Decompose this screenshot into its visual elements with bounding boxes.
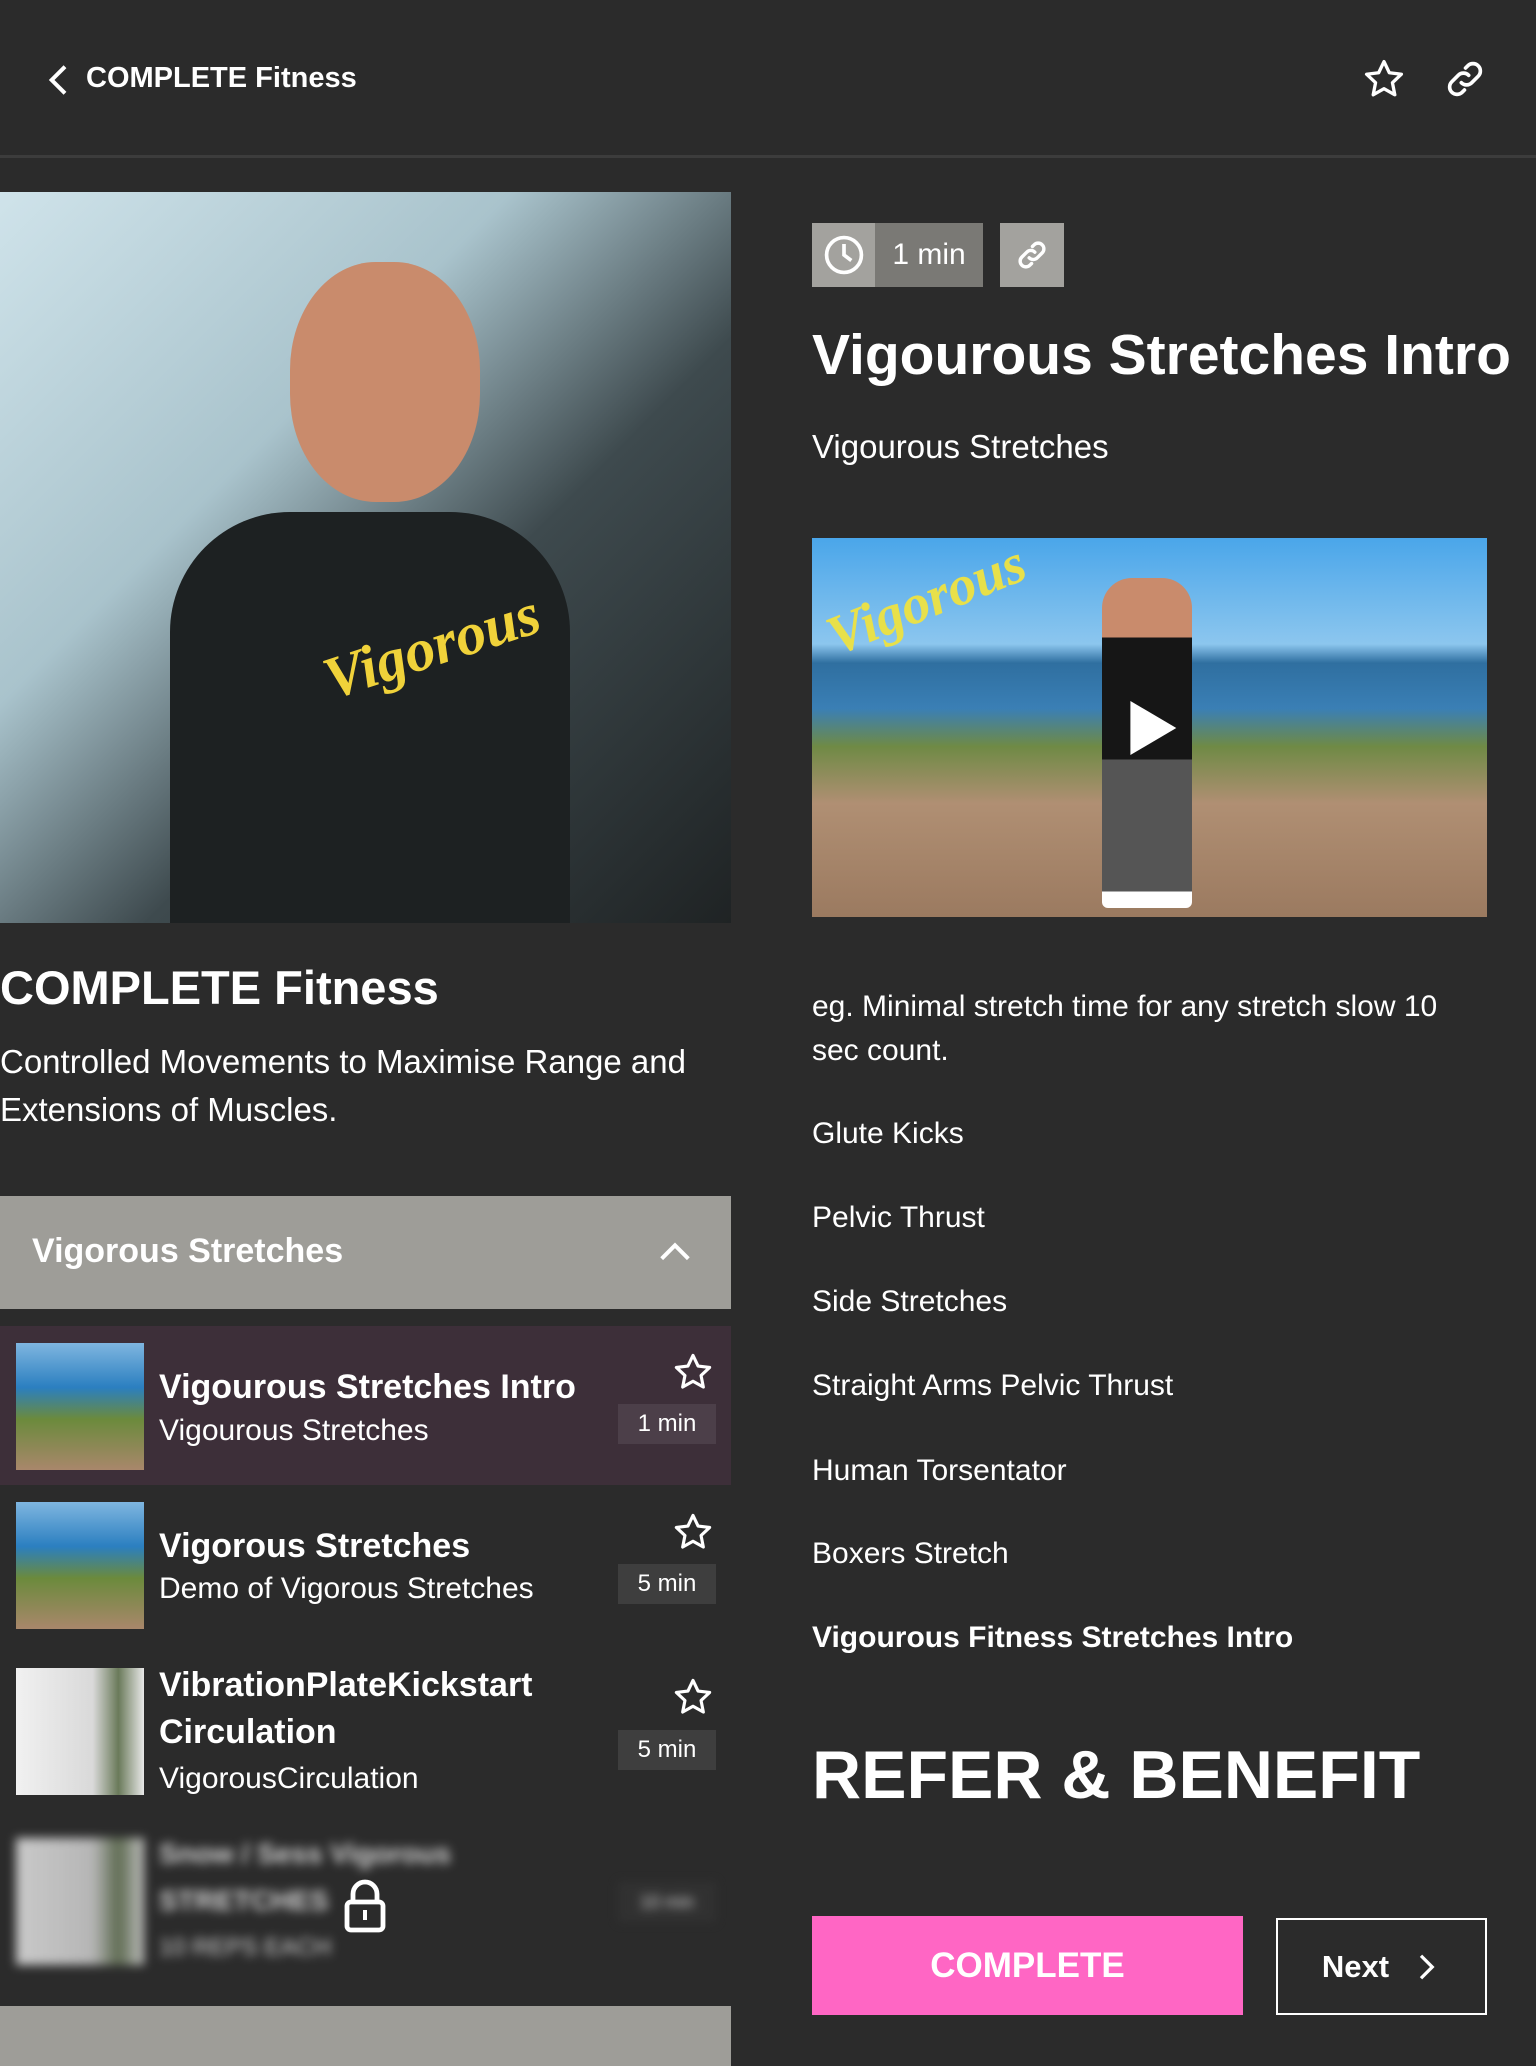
video-player[interactable]: Vigorous (812, 538, 1487, 917)
duration-badge: 5 min (618, 1730, 716, 1770)
promo-heading: REFER & BENEFIT (812, 1737, 1421, 1813)
exercise-item: Boxers Stretch (812, 1537, 1009, 1570)
top-bar: COMPLETE Fitness (0, 0, 1536, 158)
chevron-up-icon[interactable] (655, 1232, 695, 1272)
duration-badge: 10 min (618, 1882, 716, 1922)
lesson-subtitle: 10 REPS EACH (159, 1934, 332, 1961)
section-title: Vigorous Stretches (32, 1232, 344, 1270)
lesson-item[interactable]: Vigourous Stretches Intro Vigourous Stre… (0, 1326, 731, 1485)
lesson-title: Vigourous Stretches Intro (159, 1368, 576, 1406)
next-label: Next (1321, 1948, 1390, 1984)
complete-button[interactable]: COMPLETE (812, 1916, 1243, 2015)
duration-badge: 1 min (618, 1404, 716, 1444)
exercise-item: Pelvic Thrust (812, 1201, 985, 1234)
exercise-item: Side Stretches (812, 1285, 1008, 1318)
chevron-right-icon (1419, 1954, 1435, 1979)
star-outline-icon[interactable] (1362, 57, 1406, 101)
lock-icon (344, 1879, 386, 1933)
lesson-subtitle: Vigourous Stretches (812, 428, 1109, 465)
lesson-thumbnail (16, 1343, 144, 1470)
exercise-item: Glute Kicks (812, 1117, 964, 1150)
lesson-title: Vigorous Stretches (159, 1527, 471, 1565)
lesson-item-locked[interactable]: Snow / Sess Vigorous STRETCHES 10 REPS E… (0, 1822, 731, 1987)
link-icon (1018, 241, 1046, 269)
play-icon[interactable] (1125, 698, 1179, 758)
duration-chip: 1 min (812, 223, 983, 287)
exercise-item: Straight Arms Pelvic Thrust (812, 1369, 1174, 1402)
section-header-next[interactable] (0, 2006, 731, 2066)
lesson-description: eg. Minimal stretch time for any stretch… (812, 990, 1438, 1067)
lesson-subtitle: VigorousCirculation (159, 1762, 419, 1795)
lesson-thumbnail (16, 1838, 144, 1965)
lesson-title: Vigourous Stretches Intro (812, 323, 1511, 387)
lesson-item[interactable]: Vigorous Stretches Demo of Vigorous Stre… (0, 1486, 731, 1648)
link-icon[interactable] (1443, 57, 1487, 101)
header-title: COMPLETE Fitness (86, 62, 357, 94)
copy-link-button[interactable] (1000, 223, 1064, 287)
next-button[interactable]: Next (1276, 1918, 1487, 2015)
clock-icon (824, 235, 863, 275)
lesson-thumbnail (16, 1502, 144, 1629)
duration-text: 1 min (875, 223, 983, 287)
exercise-item: Human Torsentator (812, 1454, 1067, 1487)
star-outline-icon[interactable] (672, 1351, 714, 1393)
lesson-thumbnail (16, 1668, 144, 1795)
lesson-title: VibrationPlateKickstart Circulation (159, 1666, 533, 1751)
lesson-subtitle: Vigourous Stretches (159, 1414, 429, 1447)
duration-badge: 5 min (618, 1564, 716, 1604)
section-header[interactable]: Vigorous Stretches (0, 1196, 731, 1309)
course-hero-image: Vigorous (0, 192, 731, 923)
course-description: Controlled Movements to Maximise Range a… (0, 1043, 686, 1128)
course-title: COMPLETE Fitness (0, 961, 439, 1014)
chevron-left-icon[interactable] (40, 60, 80, 100)
exercise-item-bold: Vigourous Fitness Stretches Intro (812, 1621, 1294, 1654)
lesson-subtitle: Demo of Vigorous Stretches (159, 1572, 534, 1605)
star-outline-icon[interactable] (672, 1511, 714, 1553)
star-outline-icon[interactable] (672, 1676, 714, 1718)
lesson-item[interactable]: VibrationPlateKickstart Circulation Vigo… (0, 1652, 731, 1817)
